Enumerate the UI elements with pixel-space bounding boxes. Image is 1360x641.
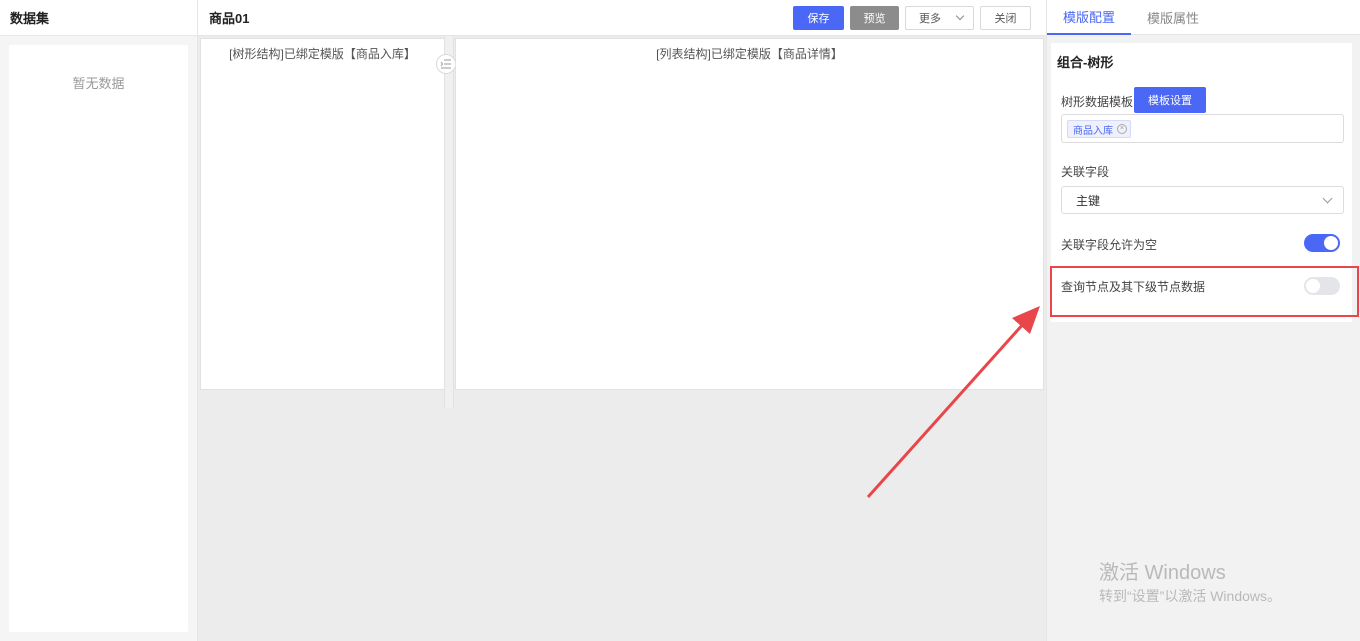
tab-template-properties[interactable]: 模版属性: [1131, 0, 1215, 35]
dataset-panel: 数据集 暂无数据: [0, 0, 198, 641]
link-field-select[interactable]: 主键: [1061, 186, 1344, 214]
link-field-label: 关联字段: [1061, 165, 1110, 179]
tree-structure-pane[interactable]: [树形结构]已绑定模版【商品入库】: [200, 38, 445, 390]
allow-empty-toggle[interactable]: [1304, 234, 1340, 252]
tree-template-label: 树形数据模板: [1061, 95, 1134, 109]
section-title: 组合-树形: [1057, 55, 1114, 70]
preview-button[interactable]: 预览: [850, 5, 899, 30]
query-sub-nodes-label: 查询节点及其下级节点数据: [1061, 280, 1206, 294]
dataset-title: 数据集: [0, 0, 197, 36]
watermark-subtitle: 转到“设置”以激活 Windows。: [1099, 588, 1282, 604]
tree-pane-label: [树形结构]已绑定模版【商品入库】: [229, 47, 416, 61]
template-setting-button[interactable]: 模板设置: [1134, 87, 1206, 113]
watermark-title: 激活 Windows: [1099, 562, 1226, 584]
toggle-knob: [1324, 236, 1338, 250]
save-button[interactable]: 保存: [793, 5, 844, 30]
config-panel: 模版配置 模版属性 组合-树形 树形数据模板 模板设置 商品入库 × 关联字段 …: [1046, 0, 1360, 641]
link-field-value: 主键: [1076, 193, 1101, 208]
windows-activation-watermark: 激活 Windows 转到“设置”以激活 Windows。: [1099, 560, 1281, 606]
allow-empty-label: 关联字段允许为空: [1061, 238, 1158, 252]
pane-splitter[interactable]: [444, 36, 454, 408]
list-pane-label: [列表结构]已绑定模版【商品详情】: [656, 47, 843, 61]
empty-state-text: 暂无数据: [72, 76, 125, 91]
tab-template-config[interactable]: 模版配置: [1047, 0, 1132, 35]
chevron-down-icon: [1322, 193, 1333, 204]
config-tabs: 模版配置 模版属性: [1047, 0, 1360, 35]
design-toolbar: 商品01 保存 预览 更多 关闭: [198, 0, 1046, 36]
toggle-knob: [1306, 279, 1320, 293]
indent-icon[interactable]: [436, 54, 456, 74]
page-title: 商品01: [209, 11, 250, 26]
layout-canvas: [树形结构]已绑定模版【商品入库】 [列表结构]已绑定模版【商品详情】: [198, 36, 1046, 641]
config-card: 组合-树形 树形数据模板 模板设置 商品入库 × 关联字段 主键 关联字段允许为…: [1051, 43, 1352, 322]
template-tag: 商品入库 ×: [1067, 120, 1131, 138]
close-circle-icon[interactable]: ×: [1117, 124, 1127, 134]
query-sub-nodes-toggle[interactable]: [1304, 277, 1340, 295]
dataset-list: 暂无数据: [9, 45, 188, 632]
design-area: 商品01 保存 预览 更多 关闭 [树形结构]已绑定模版【商品入库】 [列表结构…: [198, 0, 1046, 641]
more-dropdown-button[interactable]: 更多: [905, 5, 974, 30]
list-structure-pane[interactable]: [列表结构]已绑定模版【商品详情】: [455, 38, 1044, 390]
more-button-label: 更多: [919, 12, 941, 25]
template-tag-input[interactable]: 商品入库 ×: [1061, 114, 1344, 143]
chevron-down-icon: [955, 11, 965, 21]
template-tag-label: 商品入库: [1073, 125, 1113, 137]
close-button[interactable]: 关闭: [980, 5, 1031, 30]
